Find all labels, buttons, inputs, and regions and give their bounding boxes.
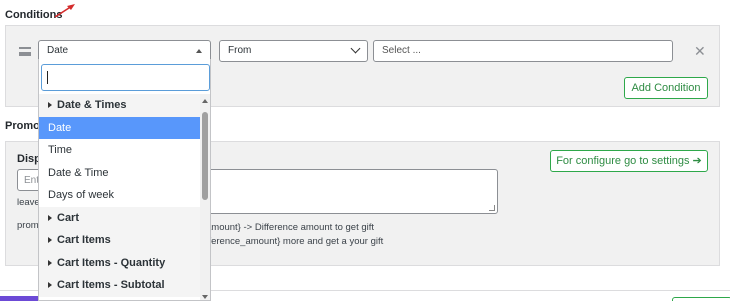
leave-text: leave bbox=[17, 197, 40, 208]
dropdown-item-label: Cart Items - Quantity bbox=[57, 256, 166, 269]
dropdown-option[interactable]: Days of week bbox=[39, 184, 201, 207]
add-condition-button[interactable]: Add Condition bbox=[624, 77, 708, 99]
dropdown-item-label: Cart Items bbox=[57, 234, 111, 246]
dropdown-item-label: Time bbox=[48, 144, 73, 156]
hint-line-1: amount} -> Difference amount to get gift bbox=[206, 222, 375, 233]
expand-triangle-icon bbox=[48, 282, 52, 288]
dropdown-item-label: Days of week bbox=[48, 189, 115, 201]
dropdown-item-label: Cart bbox=[57, 211, 80, 224]
expand-triangle-icon bbox=[48, 237, 52, 243]
expand-triangle-icon bbox=[48, 102, 52, 108]
dropdown-scrollbar[interactable] bbox=[200, 94, 210, 300]
expand-triangle-icon bbox=[48, 214, 52, 221]
resize-handle-icon[interactable] bbox=[489, 205, 495, 211]
dropdown-item-label: Cart Items - Subtotal bbox=[57, 279, 165, 291]
drag-handle-icon[interactable] bbox=[19, 47, 31, 56]
dropdown-group[interactable]: Cart Items - Subtotal bbox=[39, 274, 201, 297]
prom-text: prom bbox=[17, 220, 39, 231]
dropdown-list: Date & Times Date Time Date & Time Days of w… bbox=[39, 94, 201, 297]
dropdown-option[interactable]: Time bbox=[39, 139, 201, 162]
remove-condition-icon[interactable]: ✕ bbox=[694, 44, 706, 58]
caret-up-icon bbox=[196, 49, 202, 53]
condition-field-value: Date bbox=[47, 45, 69, 56]
scroll-down-icon[interactable] bbox=[202, 295, 208, 299]
configure-settings-button[interactable]: For configure go to settings ➔ bbox=[550, 150, 708, 172]
dropdown-search-input[interactable] bbox=[41, 64, 210, 91]
operator-value: From bbox=[228, 45, 252, 56]
dropdown-group[interactable]: Cart bbox=[39, 206, 201, 229]
dropdown-item-label: Date & Times bbox=[57, 99, 127, 111]
bottom-right-button-edge[interactable] bbox=[672, 297, 730, 301]
operator-select[interactable]: From bbox=[219, 40, 368, 62]
dropdown-group[interactable]: Date & Times bbox=[39, 94, 201, 117]
message-textarea[interactable] bbox=[190, 169, 498, 214]
display-input-placeholder: Ent bbox=[24, 175, 40, 186]
pointer-arrow-icon bbox=[54, 4, 75, 18]
dropdown-item-label: Date bbox=[48, 121, 72, 134]
dropdown-option[interactable]: Date bbox=[39, 116, 201, 139]
dropdown-group[interactable]: Cart Items bbox=[39, 229, 201, 252]
chevron-down-icon bbox=[350, 43, 361, 54]
text-cursor bbox=[47, 71, 48, 84]
dropdown-option[interactable]: Date & Time bbox=[39, 162, 201, 185]
value-select-placeholder: Select ... bbox=[382, 45, 421, 56]
field-dropdown[interactable]: Date & Times Date Time Date & Time Days of w… bbox=[38, 59, 211, 301]
dropdown-item-label: Date & Time bbox=[48, 166, 109, 179]
expand-triangle-icon bbox=[48, 259, 52, 266]
scroll-thumb[interactable] bbox=[202, 112, 208, 200]
hint-line-2: fference_amount} more and get a your gif… bbox=[206, 236, 384, 247]
scroll-up-icon[interactable] bbox=[202, 99, 208, 103]
value-select[interactable]: Select ... bbox=[373, 40, 673, 62]
dropdown-group[interactable]: Cart Items - Quantity bbox=[39, 251, 201, 274]
